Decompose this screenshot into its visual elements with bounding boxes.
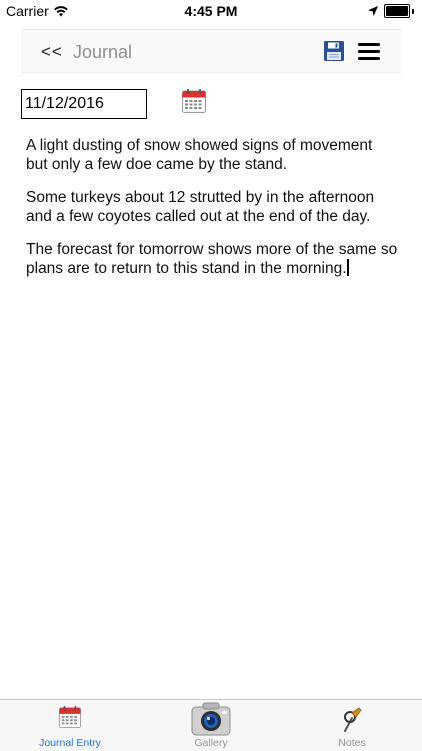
pin-icon [344, 707, 362, 732]
journal-paragraph: Some turkeys about 12 strutted by in the… [26, 189, 375, 225]
back-button[interactable]: << [41, 42, 63, 62]
status-right [368, 4, 414, 18]
status-time: 4:45 PM [184, 3, 238, 19]
calendar-icon[interactable] [182, 89, 206, 113]
text-caret [346, 259, 349, 276]
menu-icon[interactable] [358, 43, 380, 61]
camera-icon [191, 702, 231, 736]
tab-notes[interactable]: Notes [282, 700, 422, 751]
journal-paragraph: The forecast for tomorrow shows more of … [26, 240, 398, 278]
menu-line [358, 50, 380, 53]
journal-paragraph-text: The forecast for tomorrow shows more of … [26, 241, 398, 277]
battery-icon [384, 4, 410, 18]
save-icon[interactable] [324, 41, 344, 61]
menu-line [358, 57, 380, 60]
tab-bar: Journal Entry Gallery Notes [0, 699, 422, 751]
tab-gallery[interactable]: Gallery [141, 700, 281, 751]
battery-fill [386, 6, 408, 16]
date-field[interactable]: 11/12/2016 [21, 89, 147, 119]
tab-label: Notes [338, 737, 366, 749]
tab-label: Journal Entry [39, 737, 101, 749]
menu-line [358, 43, 380, 46]
battery-tip [412, 8, 414, 14]
journal-text-area[interactable]: A light dusting of snow showed signs of … [26, 136, 398, 292]
page-title: Journal [73, 42, 133, 62]
calendar-icon [59, 706, 81, 728]
status-bar: Carrier 4:45 PM [0, 0, 422, 22]
location-arrow-icon [368, 6, 378, 16]
tab-journal-entry[interactable]: Journal Entry [0, 700, 140, 751]
tab-label: Gallery [194, 737, 228, 749]
app-header: << Journal [21, 29, 401, 73]
journal-paragraph: A light dusting of snow showed signs of … [26, 137, 373, 173]
